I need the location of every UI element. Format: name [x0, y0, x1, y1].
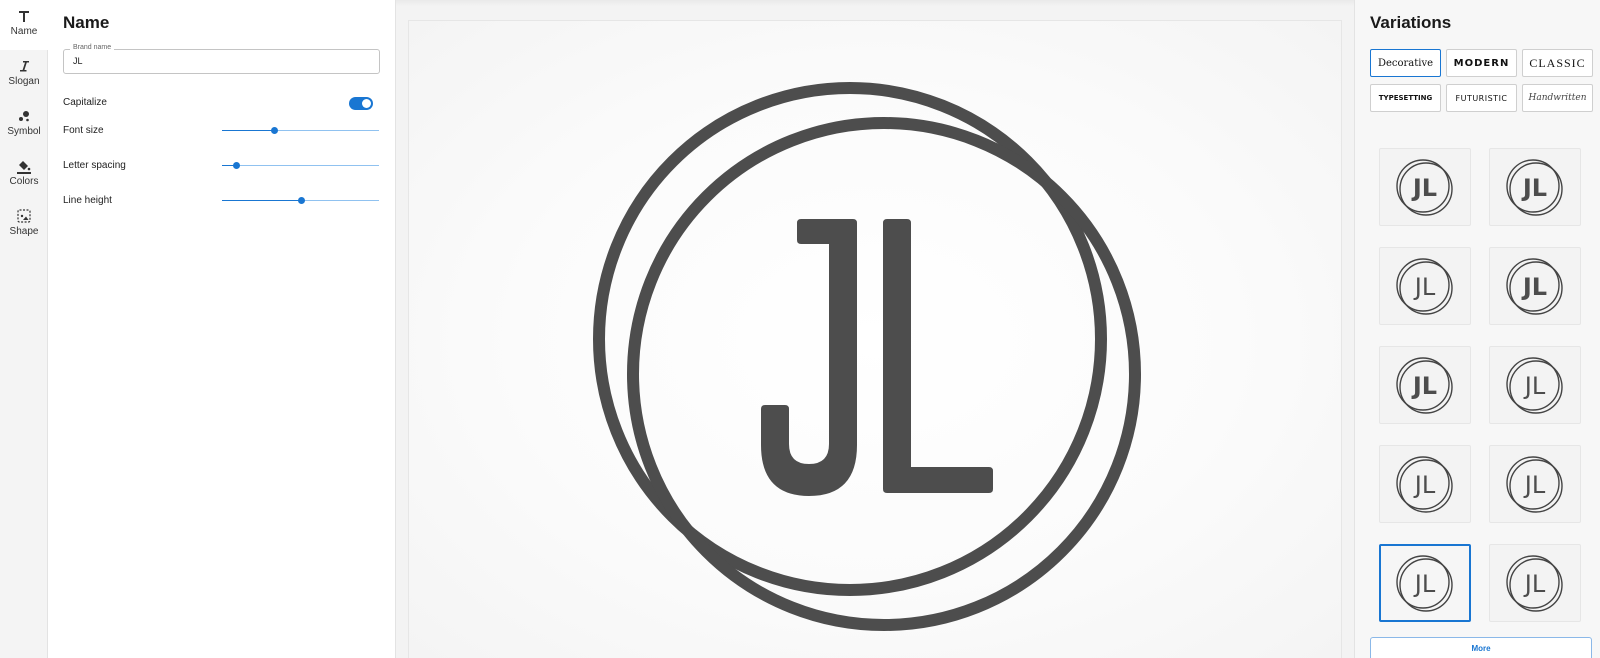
thumbnail-monogram: JL: [1523, 372, 1546, 400]
thumbnail-monogram: JL: [1413, 273, 1436, 301]
name-settings-panel: Name Brand name Capitalize Font size Let…: [48, 0, 396, 658]
slider-thumb[interactable]: [270, 127, 278, 134]
paint-bucket-icon: [16, 158, 32, 174]
variation-logo-thumbnail: JL: [1396, 456, 1453, 513]
variation-logo-thumbnail: JL: [1396, 258, 1453, 315]
font-style-typesetting[interactable]: TYPESETTING: [1370, 84, 1441, 112]
slider-track: [222, 165, 379, 166]
rail-item-label: Shape: [9, 226, 39, 237]
slider-thumb[interactable]: [233, 162, 241, 169]
variation-tile[interactable]: JL: [1379, 445, 1471, 523]
capitalize-label: Capitalize: [63, 97, 107, 108]
variation-tile[interactable]: JL: [1489, 445, 1581, 523]
logo-preview-card[interactable]: [408, 20, 1342, 658]
italic-i-icon: [16, 58, 32, 74]
variation-logo-thumbnail: JL: [1506, 258, 1563, 315]
font-style-classic[interactable]: CLASSIC: [1522, 49, 1593, 77]
line-height-label: Line height: [63, 195, 112, 206]
rail-item-label: Slogan: [8, 76, 40, 87]
variations-panel: Variations Decorative MODERN CLASSIC TYP…: [1354, 0, 1600, 658]
line-height-slider[interactable]: [222, 195, 379, 207]
font-size-label: Font size: [63, 125, 104, 136]
logo-canvas-area: [396, 0, 1354, 658]
variations-title: Variations: [1370, 13, 1452, 32]
canvas-top-shadow: [396, 0, 1354, 6]
variation-tile[interactable]: JL: [1379, 346, 1471, 424]
font-style-decorative[interactable]: Decorative: [1370, 49, 1441, 77]
letter-spacing-label: Letter spacing: [63, 160, 126, 171]
thumbnail-monogram: JL: [1521, 174, 1547, 202]
variation-tile[interactable]: JL: [1489, 148, 1581, 226]
logo-editor: Name Slogan Symbol Colors Shape Name Bra…: [0, 0, 1600, 658]
shape-frame-icon: [16, 208, 32, 224]
font-style-modern[interactable]: MODERN: [1446, 49, 1517, 77]
variation-logo-thumbnail: JL: [1396, 357, 1453, 414]
rail-item-shape[interactable]: Shape: [0, 200, 48, 250]
font-style-futuristic[interactable]: FUTURISTIC: [1446, 84, 1517, 112]
thumbnail-monogram: JL: [1411, 372, 1437, 400]
variation-logo-thumbnail: JL: [1506, 555, 1563, 612]
variation-logo-thumbnail: JL: [1506, 159, 1563, 216]
editor-rail: Name Slogan Symbol Colors Shape: [0, 0, 48, 658]
variation-logo-thumbnail: JL: [1396, 555, 1453, 612]
variation-tile[interactable]: JL: [1489, 544, 1581, 622]
letter-spacing-slider[interactable]: [222, 160, 379, 172]
brand-name-input[interactable]: [73, 56, 368, 66]
variation-tile[interactable]: JL: [1489, 247, 1581, 325]
rail-item-label: Colors: [9, 176, 39, 187]
font-style-handwritten[interactable]: Handwritten: [1522, 84, 1593, 112]
capitalize-toggle[interactable]: [349, 97, 373, 110]
logo-letter-j: [761, 219, 857, 496]
variation-tile[interactable]: JL: [1379, 148, 1471, 226]
brand-name-legend: Brand name: [70, 44, 115, 51]
variation-logo-thumbnail: JL: [1506, 357, 1563, 414]
panel-title: Name: [63, 13, 110, 32]
slider-fill: [222, 130, 274, 131]
variation-tile[interactable]: JL: [1489, 346, 1581, 424]
variation-tile[interactable]: JL: [1379, 544, 1471, 622]
variation-logo-thumbnail: JL: [1396, 159, 1453, 216]
rail-item-symbol[interactable]: Symbol: [0, 100, 48, 150]
symbol-dots-icon: [16, 108, 32, 124]
rail-item-slogan[interactable]: Slogan: [0, 50, 48, 100]
rail-item-label: Name: [10, 26, 38, 37]
logo-letter-l: [883, 219, 993, 493]
logo-preview: [593, 82, 1141, 631]
thumbnail-monogram: JL: [1411, 174, 1437, 202]
variation-tile[interactable]: JL: [1379, 247, 1471, 325]
slider-thumb[interactable]: [297, 197, 305, 204]
thumbnail-monogram: JL: [1523, 570, 1546, 598]
rail-item-label: Symbol: [7, 126, 41, 137]
thumbnail-monogram: JL: [1413, 471, 1436, 499]
toggle-knob: [362, 99, 371, 108]
rail-item-colors[interactable]: Colors: [0, 150, 48, 200]
thumbnail-monogram: JL: [1521, 273, 1547, 301]
more-variations-button[interactable]: More: [1370, 637, 1592, 658]
font-size-slider[interactable]: [222, 125, 379, 137]
text-t-icon: [16, 8, 32, 24]
brand-name-field[interactable]: Brand name: [63, 44, 380, 74]
variation-logo-thumbnail: JL: [1506, 456, 1563, 513]
thumbnail-monogram: JL: [1413, 570, 1436, 598]
thumbnail-monogram: JL: [1523, 471, 1546, 499]
slider-fill: [222, 200, 301, 201]
rail-item-name[interactable]: Name: [0, 0, 48, 50]
